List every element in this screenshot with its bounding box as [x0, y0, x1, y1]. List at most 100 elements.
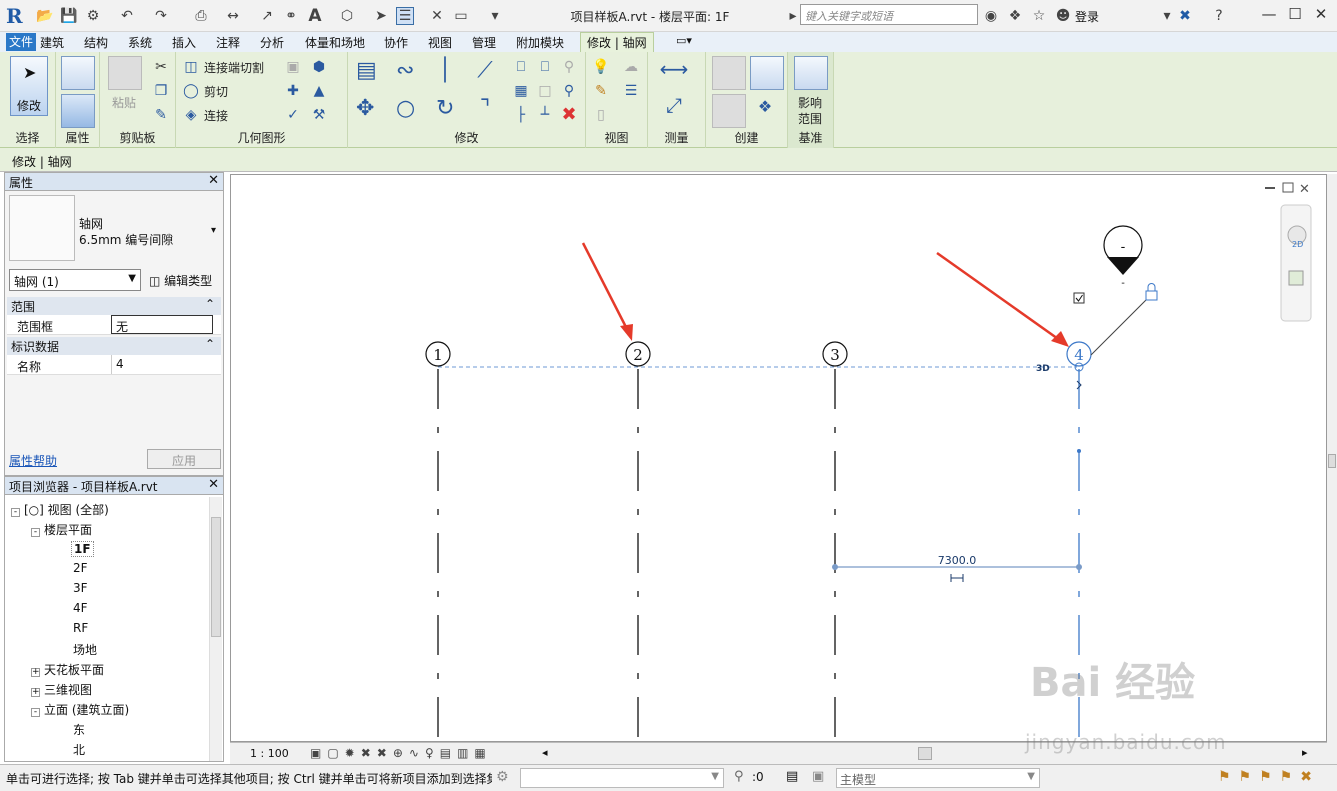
selection-option-icons[interactable]: ⚑⚑⚑⚑✖	[1218, 769, 1320, 785]
beam-join-icon[interactable]: ✚	[284, 82, 302, 100]
close-hidden-icon[interactable]: ✕	[428, 7, 446, 25]
switch-windows-icon[interactable]: ▭	[452, 7, 470, 25]
split-icon[interactable]: ⎕	[512, 58, 530, 76]
binoculars-icon[interactable]: ◉	[982, 7, 1000, 25]
tab-architecture[interactable]: 建筑	[40, 34, 64, 51]
sync-icon[interactable]: ⚙	[84, 7, 102, 25]
dimension-value[interactable]: 7300.0	[938, 554, 977, 567]
collapse-icon[interactable]: -	[11, 508, 20, 517]
save-icon[interactable]: 💾	[60, 7, 78, 25]
tree-floor-plans[interactable]: - 楼层平面	[31, 521, 92, 538]
tree-views-all[interactable]: - [○] 视图 (全部)	[11, 501, 109, 518]
tree-3d-views[interactable]: + 三维视图	[31, 681, 92, 698]
3d-extent-tag[interactable]: 3D	[1036, 364, 1050, 374]
3d-view-icon[interactable]: ⬡	[338, 7, 356, 25]
subscription-icon[interactable]: ❖	[1006, 7, 1024, 25]
tab-analyze[interactable]: 分析	[260, 34, 284, 51]
search-input[interactable]: 键入关键字或短语	[800, 4, 978, 25]
open-icon[interactable]: 📂	[36, 7, 54, 25]
tab-modify-grid[interactable]: 修改 | 轴网	[580, 32, 654, 52]
user-icon[interactable]: ☻	[1054, 7, 1072, 25]
scope-box-field[interactable]: 无	[111, 315, 213, 334]
hammer-icon[interactable]: ⚒	[310, 106, 328, 124]
delete-icon[interactable]: ✖	[560, 106, 578, 124]
vertical-scrollbar[interactable]	[1327, 174, 1337, 764]
override-graphics-icon[interactable]: ✎	[592, 82, 610, 100]
worksets-icon[interactable]: ⚙	[496, 769, 509, 785]
view-control-icons[interactable]: ▣▢✹✖✖⊕∿♀▤▥▦	[310, 746, 492, 760]
rotate-icon[interactable]: ↻	[436, 98, 454, 120]
collapse-icon[interactable]: ⌃	[205, 297, 215, 311]
expand-icon[interactable]: +	[31, 668, 40, 677]
hide-bubble-checkbox[interactable]	[1073, 292, 1085, 304]
favorites-star-icon[interactable]: ☆	[1030, 7, 1048, 25]
propagate-extents-button[interactable]: 影响	[798, 94, 822, 111]
login-dropdown-icon[interactable]: ▾	[1158, 7, 1176, 25]
apply-button[interactable]: 应用	[147, 449, 221, 469]
collapse-icon[interactable]: -	[31, 528, 40, 537]
name-field[interactable]: 4	[111, 355, 213, 374]
design-options-icon[interactable]: ▣	[812, 769, 824, 784]
tree-view-4f[interactable]: 4F	[73, 601, 88, 615]
section-icon[interactable]: ➤	[372, 7, 390, 25]
tree-view-north[interactable]: 北	[73, 741, 85, 758]
tab-view[interactable]: 视图	[428, 34, 452, 51]
customize-qat-icon[interactable]: ▾	[486, 7, 504, 25]
align-icon[interactable]: ▤	[356, 60, 377, 82]
ribbon-minimize-icon[interactable]: ▭▾	[676, 34, 692, 47]
tree-view-3f[interactable]: 3F	[73, 581, 88, 595]
modify-button[interactable]: ➤ 修改	[10, 56, 48, 116]
scroll-left-icon[interactable]: ◂	[542, 746, 548, 759]
override-icon[interactable]: ☁	[622, 58, 640, 76]
tree-view-1f[interactable]: 1F	[71, 541, 94, 557]
zoom-icon[interactable]	[1288, 270, 1304, 286]
cut-button[interactable]: 剪切	[204, 83, 228, 100]
browser-scrollbar[interactable]	[209, 497, 222, 761]
pin-icon[interactable]: ⚲	[560, 82, 578, 100]
aligned-dimension-icon[interactable]: ⤢	[656, 95, 692, 115]
close-icon[interactable]: ✕	[208, 477, 219, 492]
redo-icon[interactable]: ↷	[152, 7, 170, 25]
join-cut-button[interactable]: 连接端切割	[204, 59, 264, 76]
tag-icon[interactable]: ⚭	[282, 7, 300, 25]
revit-logo-icon[interactable]: R	[6, 4, 28, 28]
join-button[interactable]: 连接	[204, 107, 228, 124]
close-button[interactable]: ✕	[1310, 5, 1332, 25]
section-identity[interactable]: 标识数据 ⌃	[7, 337, 221, 355]
editable-only-icon[interactable]: ▤	[786, 769, 798, 784]
split-gap-icon[interactable]: ⎕	[536, 58, 554, 76]
tree-elevations[interactable]: - 立面 (建筑立面)	[31, 701, 129, 718]
tab-insert[interactable]: 插入	[172, 34, 196, 51]
elevation-marker[interactable]: - -	[1103, 225, 1143, 289]
demolish-icon[interactable]: ✓	[284, 106, 302, 124]
mirror-axis-icon[interactable]: │	[436, 60, 454, 82]
tab-file[interactable]: 文件	[6, 33, 37, 51]
create-group-icon[interactable]	[750, 56, 784, 90]
edit-type-button[interactable]: ◫ 编辑类型	[149, 272, 212, 289]
tab-massing[interactable]: 体量和场地	[305, 34, 365, 51]
scroll-right-icon[interactable]: ▸	[1302, 746, 1308, 759]
properties-help-link[interactable]: 属性帮助	[9, 452, 57, 469]
tab-collaborate[interactable]: 协作	[384, 34, 408, 51]
section-extents[interactable]: 范围 ⌃	[7, 297, 221, 315]
measure-distance-icon[interactable]: ⟷	[656, 59, 692, 79]
thin-lines-icon[interactable]: ☰	[396, 7, 414, 25]
tab-systems[interactable]: 系统	[128, 34, 152, 51]
hide-bulb-icon[interactable]: 💡	[592, 58, 610, 76]
view-scale[interactable]: 1 : 100	[250, 747, 289, 760]
move-icon[interactable]: ✥	[356, 98, 374, 120]
scale-icon[interactable]: □	[536, 82, 554, 100]
create-similar-icon[interactable]: ❖	[756, 98, 774, 116]
design-option-select[interactable]: 主模型 ▼	[836, 768, 1040, 788]
mirror-draw-icon[interactable]: ⟋	[476, 60, 494, 82]
undo-icon[interactable]: ↶	[118, 7, 136, 25]
collapse-icon[interactable]: -	[31, 708, 40, 717]
exchange-apps-icon[interactable]: ✖	[1176, 7, 1194, 25]
text-icon[interactable]: A	[306, 6, 324, 26]
dimension-icon[interactable]: ↗	[258, 7, 276, 25]
match-type-icon[interactable]: ✎	[152, 106, 170, 124]
type-properties-icon[interactable]	[61, 56, 95, 90]
navigation-bar[interactable]: 2D	[1280, 204, 1312, 322]
trim-icon[interactable]: ⌝	[476, 98, 494, 120]
tree-view-east[interactable]: 东	[73, 721, 85, 738]
